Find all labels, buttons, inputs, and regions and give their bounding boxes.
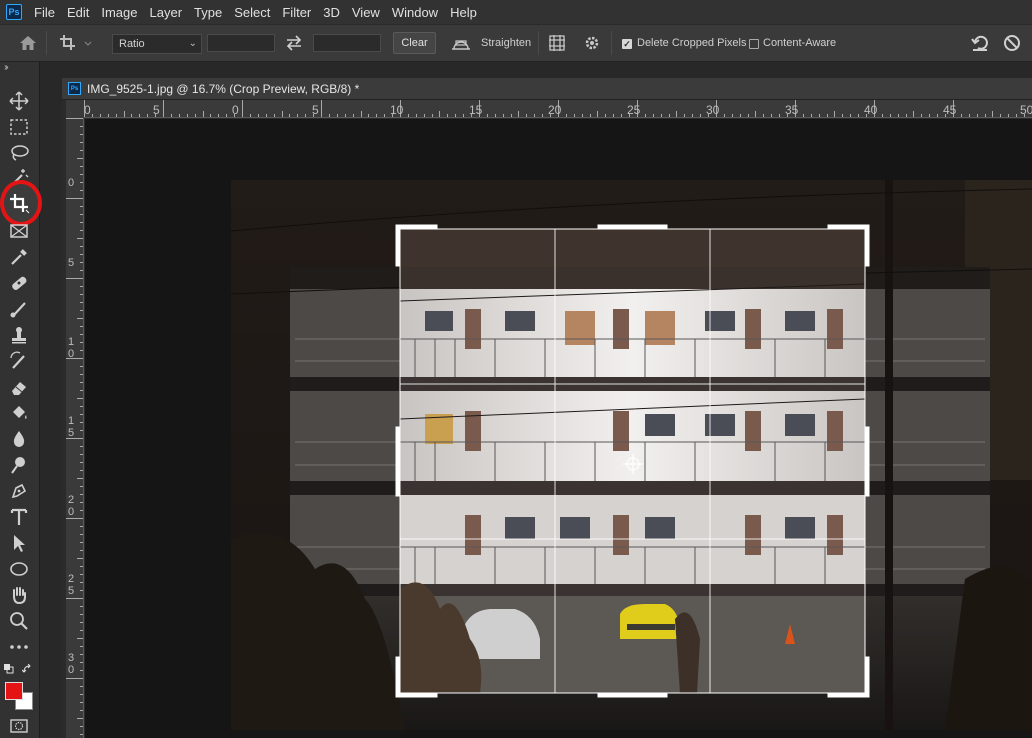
menu-filter[interactable]: Filter [282,5,311,20]
straighten-icon[interactable] [450,35,472,51]
vertical-ruler[interactable]: 051015202530 [66,118,84,738]
hand-tool-icon[interactable] [8,584,30,606]
menu-edit[interactable]: Edit [67,5,89,20]
eyedropper-tool-icon[interactable] [8,246,30,268]
straighten-label[interactable]: Straighten [481,37,531,49]
ruler-v-label: 0 [68,506,74,518]
default-colors-icon[interactable] [4,664,14,674]
foreground-color-swatch[interactable] [5,682,23,700]
menu-file[interactable]: File [34,5,55,20]
canvas-area[interactable] [85,119,1032,738]
menu-layer[interactable]: Layer [150,5,183,20]
options-separator [538,31,539,55]
path-selection-tool-icon[interactable] [8,532,30,554]
ratio-select[interactable]: Ratio ⌄ [112,34,202,54]
content-aware-label: Content-Aware [763,37,837,49]
paint-bucket-tool-icon[interactable] [8,402,30,424]
menu-window[interactable]: Window [392,5,438,20]
delete-cropped-label: Delete Cropped Pixels [637,37,747,49]
ratio-select-value: Ratio [119,38,145,50]
chevron-down-icon: ⌄ [188,38,197,49]
dodge-tool-icon[interactable] [8,454,30,476]
crop-tool-icon[interactable] [8,192,30,214]
history-brush-tool-icon[interactable] [8,350,30,372]
document-file-icon: Ps [68,82,81,95]
grid-overlay-icon[interactable] [548,34,566,52]
ruler-v-label: 0 [68,177,74,189]
reset-icon[interactable] [970,33,990,53]
menu-type[interactable]: Type [194,5,222,20]
ruler-h-label: 40 [864,103,878,117]
horizontal-ruler-ticks: 0 5 0 5 10 15 20 25 30 35 40 45 50 [84,100,1032,117]
menu-3d[interactable]: 3D [323,5,340,20]
gear-icon[interactable] [583,34,601,52]
menu-image[interactable]: Image [101,5,137,20]
ruler-v-label: 1 [68,415,74,427]
ruler-h-label: 35 [785,103,799,117]
ruler-h-label: 25 [627,103,641,117]
menu-view[interactable]: View [352,5,380,20]
ruler-v-label: 0 [68,348,74,360]
collapse-panel-icon[interactable]: ›› [4,62,8,73]
ruler-h-label: 0 [232,103,239,117]
marquee-tool-icon[interactable] [8,116,30,138]
clone-stamp-tool-icon[interactable] [8,324,30,346]
ruler-h-label: 50 [1020,103,1032,117]
document-tab[interactable]: Ps IMG_9525-1.jpg @ 16.7% (Crop Preview,… [62,78,1032,100]
quick-mask-icon[interactable] [10,719,28,733]
ruler-v-label: 5 [68,257,74,269]
ruler-h-label: 30 [706,103,720,117]
eraser-tool-icon[interactable] [8,376,30,398]
ruler-v-label: 5 [68,585,74,597]
swap-icon[interactable] [284,33,304,53]
ruler-v-label: 3 [68,652,74,664]
horizontal-ruler[interactable]: 0 5 0 5 10 15 20 25 30 35 40 45 50 [84,100,1032,118]
photo-canvas[interactable] [85,119,1032,738]
options-separator [46,31,47,55]
pen-tool-icon[interactable] [8,480,30,502]
tools-panel: ›› [0,62,42,738]
healing-brush-tool-icon[interactable] [8,272,30,294]
content-aware-checkbox[interactable] [749,39,759,49]
menu-select[interactable]: Select [234,5,270,20]
brush-tool-icon[interactable] [8,298,30,320]
ruler-h-label: 0 [84,103,91,117]
menu-bar: Ps File Edit Image Layer Type Select Fil… [0,0,1032,24]
swap-colors-icon[interactable] [22,664,32,674]
vertical-ruler-ticks: 051015202530 [66,118,83,735]
type-tool-icon[interactable] [8,506,30,528]
ruler-v-label: 1 [68,336,74,348]
blur-tool-icon[interactable] [8,428,30,450]
frame-tool-icon[interactable] [8,220,30,242]
ruler-v-label: 2 [68,573,74,585]
zoom-tool-icon[interactable] [8,610,30,632]
cancel-icon[interactable] [1002,33,1022,53]
options-bar: Ratio ⌄ Clear Straighten ✓ Delete Croppe… [0,24,1032,62]
crop-width-input[interactable] [207,34,275,52]
options-separator [611,31,612,55]
crop-height-input[interactable] [313,34,381,52]
home-icon[interactable] [18,34,38,52]
ruler-h-label: 15 [469,103,483,117]
crop-preset-icon[interactable] [58,33,94,53]
lasso-tool-icon[interactable] [8,142,30,164]
document-title: IMG_9525-1.jpg @ 16.7% (Crop Preview, RG… [87,82,360,96]
photoshop-logo-icon: Ps [6,4,22,20]
menu-help[interactable]: Help [450,5,477,20]
move-tool-icon[interactable] [8,90,30,112]
ruler-h-label: 5 [312,103,319,117]
ruler-v-label: 5 [68,427,74,439]
delete-cropped-checkbox[interactable]: ✓ [622,39,632,49]
ruler-h-label: 45 [943,103,957,117]
clear-button[interactable]: Clear [393,32,436,54]
ellipse-tool-icon[interactable] [8,558,30,580]
more-tools-icon[interactable] [8,636,30,658]
ruler-v-label: 2 [68,494,74,506]
ruler-v-label: 0 [68,664,74,676]
ruler-origin[interactable] [66,100,84,118]
ruler-h-label: 10 [390,103,404,117]
ruler-h-label: 5 [153,103,160,117]
ruler-h-label: 20 [548,103,562,117]
